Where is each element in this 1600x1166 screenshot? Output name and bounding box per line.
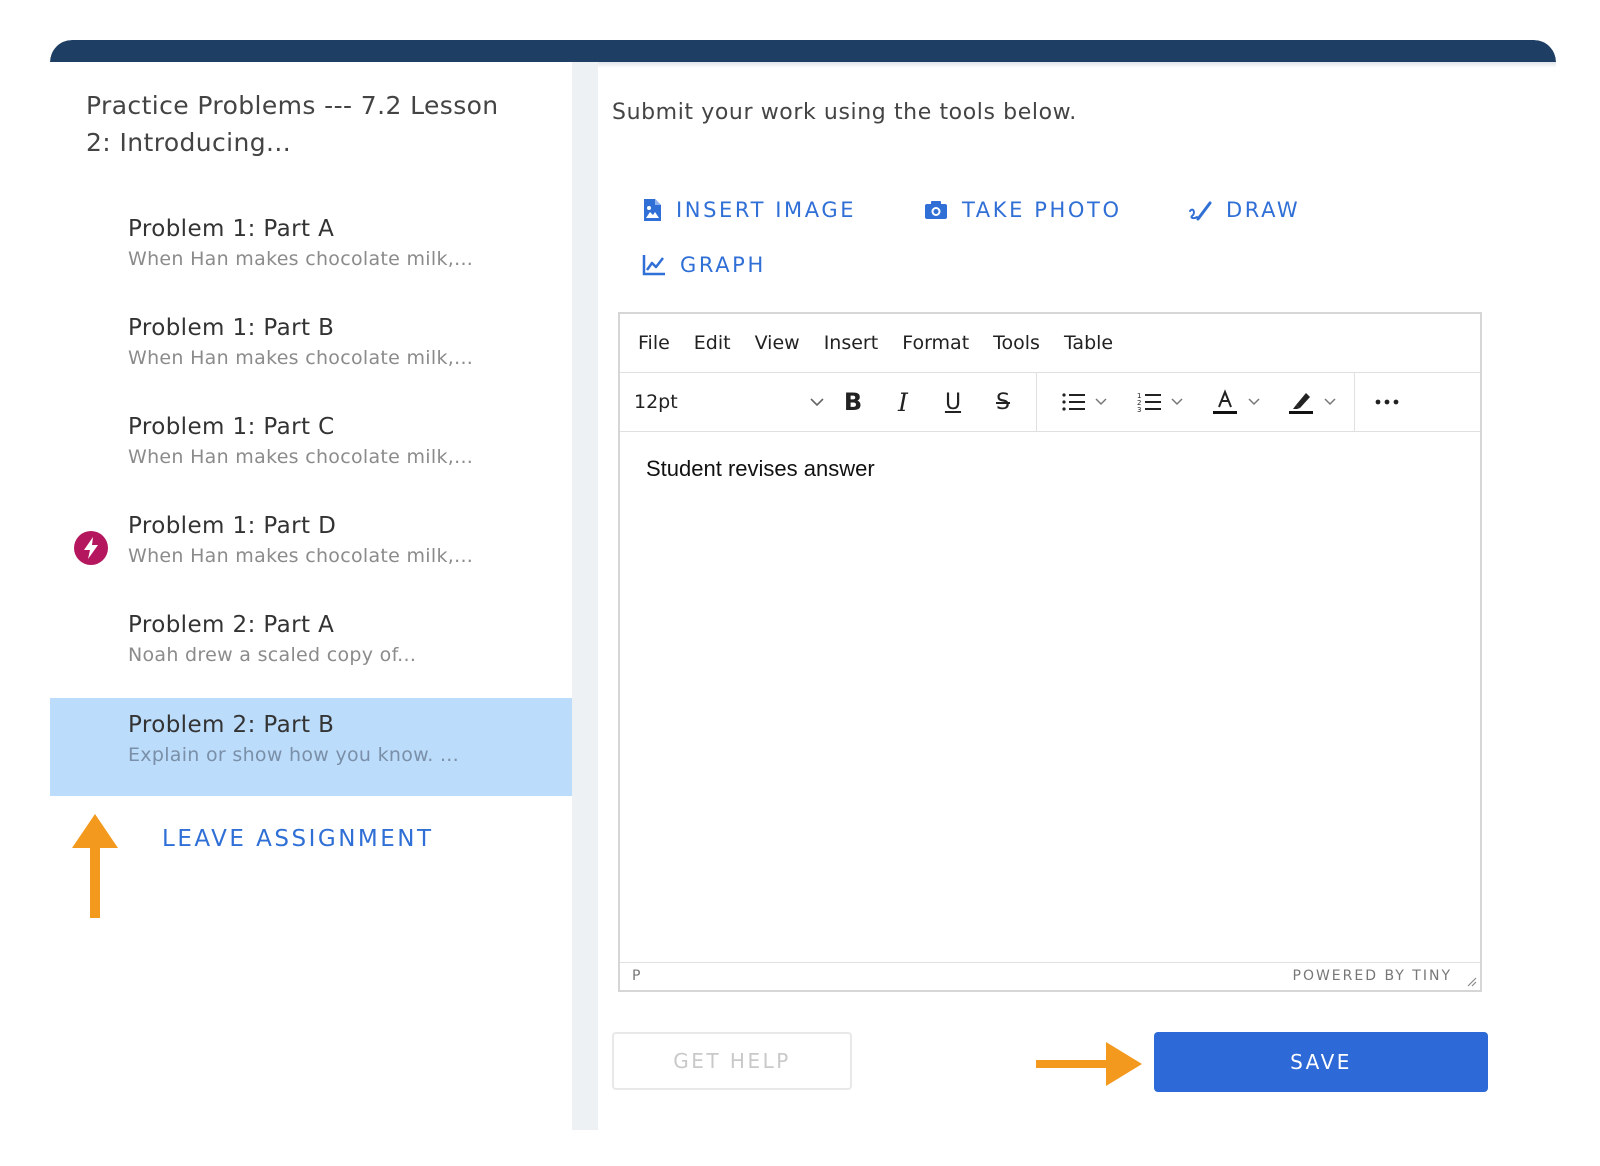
save-button[interactable]: SAVE bbox=[1154, 1032, 1488, 1092]
element-path[interactable]: P bbox=[632, 968, 640, 984]
highlight-icon bbox=[1289, 393, 1313, 414]
problem-item-1d[interactable]: Problem 1: Part D When Han makes chocola… bbox=[50, 499, 572, 597]
top-bar bbox=[50, 40, 1556, 62]
sidebar: Practice Problems --- 7.2 Lesson 2: Intr… bbox=[50, 62, 572, 1130]
problem-item-subtitle: When Han makes chocolate milk,... bbox=[128, 545, 474, 567]
take-photo-label: TAKE PHOTO bbox=[962, 198, 1122, 222]
underline-button[interactable]: U bbox=[930, 373, 976, 431]
chevron-down-icon bbox=[1171, 398, 1183, 406]
bullet-list-icon bbox=[1062, 393, 1085, 411]
more-icon bbox=[1375, 399, 1399, 405]
problem-item-subtitle: When Han makes chocolate milk,... bbox=[128, 446, 474, 468]
get-help-button[interactable]: GET HELP bbox=[612, 1032, 852, 1090]
bold-icon: B bbox=[843, 388, 863, 416]
text-color-button[interactable] bbox=[1204, 373, 1268, 431]
toolbar-separator bbox=[1354, 373, 1355, 431]
problem-item-subtitle: When Han makes chocolate milk,... bbox=[128, 347, 474, 369]
numbered-list-button[interactable]: 1 2 3 bbox=[1128, 373, 1192, 431]
italic-button[interactable]: I bbox=[880, 373, 926, 431]
menu-tools[interactable]: Tools bbox=[993, 332, 1040, 354]
menu-file[interactable]: File bbox=[638, 332, 670, 354]
insert-image-button[interactable]: INSERT IMAGE bbox=[642, 198, 856, 222]
editor-statusbar: P POWERED BY TINY bbox=[620, 962, 1480, 990]
bold-button[interactable]: B bbox=[830, 373, 876, 431]
draw-button[interactable]: DRAW bbox=[1188, 198, 1300, 222]
rich-text-editor: File Edit View Insert Format Tools Table… bbox=[618, 312, 1482, 992]
graph-label: GRAPH bbox=[680, 253, 766, 277]
chevron-down-icon bbox=[1248, 398, 1260, 406]
problem-item-title: Problem 2: Part B bbox=[128, 712, 335, 738]
italic-icon: I bbox=[898, 387, 908, 417]
chevron-down-icon bbox=[810, 398, 824, 407]
take-photo-button[interactable]: TAKE PHOTO bbox=[924, 198, 1122, 222]
more-button[interactable] bbox=[1364, 373, 1410, 431]
highlight-button[interactable] bbox=[1280, 373, 1344, 431]
problem-item-2b[interactable]: Problem 2: Part B Explain or show how yo… bbox=[50, 698, 572, 796]
main-panel: Submit your work using the tools below. … bbox=[598, 62, 1556, 1130]
problem-item-title: Problem 1: Part C bbox=[128, 414, 335, 440]
problem-item-title: Problem 2: Part A bbox=[128, 612, 335, 638]
menu-view[interactable]: View bbox=[755, 332, 800, 354]
graph-button[interactable]: GRAPH bbox=[642, 253, 766, 277]
insert-image-icon bbox=[644, 199, 661, 221]
problem-item-title: Problem 1: Part B bbox=[128, 315, 335, 341]
problem-item-1c[interactable]: Problem 1: Part C When Han makes chocola… bbox=[50, 400, 572, 498]
resize-handle-icon[interactable] bbox=[1465, 975, 1477, 987]
draw-label: DRAW bbox=[1226, 198, 1301, 222]
problem-item-1a[interactable]: Problem 1: Part A When Han makes chocola… bbox=[50, 202, 572, 300]
problem-item-title: Problem 1: Part A bbox=[128, 216, 335, 242]
camera-icon bbox=[925, 201, 947, 219]
app-frame: Practice Problems --- 7.2 Lesson 2: Intr… bbox=[50, 40, 1556, 1130]
panel-divider bbox=[572, 62, 598, 1130]
strikethrough-button[interactable]: S bbox=[980, 373, 1026, 431]
chevron-down-icon bbox=[1095, 398, 1107, 406]
menu-insert[interactable]: Insert bbox=[824, 332, 879, 354]
font-size-select[interactable]: 12pt bbox=[634, 373, 824, 431]
problem-item-subtitle: Explain or show how you know. ... bbox=[128, 744, 459, 766]
menu-table[interactable]: Table bbox=[1064, 332, 1113, 354]
bullet-list-button[interactable] bbox=[1052, 373, 1116, 431]
problem-item-2a[interactable]: Problem 2: Part A Noah drew a scaled cop… bbox=[50, 598, 572, 696]
graph-icon bbox=[642, 255, 665, 276]
toolbar-separator bbox=[1036, 373, 1037, 431]
instruction-text: Submit your work using the tools below. bbox=[612, 100, 1077, 125]
insert-image-label: INSERT IMAGE bbox=[676, 198, 857, 222]
assignment-title: Practice Problems --- 7.2 Lesson 2: Intr… bbox=[86, 91, 499, 157]
editor-toolbar: 12pt B I U S 1 2 3 bbox=[620, 373, 1480, 432]
font-size-value: 12pt bbox=[634, 391, 678, 413]
powered-by-link[interactable]: POWERED BY TINY bbox=[1293, 968, 1453, 984]
menu-edit[interactable]: Edit bbox=[694, 332, 731, 354]
problem-item-subtitle: When Han makes chocolate milk,... bbox=[128, 248, 474, 270]
leave-assignment-button[interactable]: LEAVE ASSIGNMENT bbox=[162, 826, 434, 852]
draw-icon bbox=[1189, 201, 1212, 221]
chevron-down-icon bbox=[1324, 398, 1336, 406]
menu-format[interactable]: Format bbox=[902, 332, 969, 354]
underline-icon: U bbox=[944, 389, 962, 415]
text-color-icon bbox=[1213, 389, 1237, 414]
problem-item-title: Problem 1: Part D bbox=[128, 513, 337, 539]
editor-content[interactable]: Student revises answer bbox=[620, 432, 1480, 962]
annotation-arrow-right bbox=[1036, 1042, 1142, 1086]
problem-item-subtitle: Noah drew a scaled copy of... bbox=[128, 644, 417, 666]
numbered-list-icon: 1 2 3 bbox=[1137, 392, 1161, 413]
annotation-arrow-up bbox=[72, 814, 118, 918]
svg-text:3: 3 bbox=[1137, 406, 1141, 413]
strikethrough-icon: S bbox=[996, 389, 1010, 415]
lightning-icon bbox=[74, 531, 108, 565]
editor-menubar: File Edit View Insert Format Tools Table bbox=[620, 314, 1480, 373]
problem-item-1b[interactable]: Problem 1: Part B When Han makes chocola… bbox=[50, 301, 572, 399]
